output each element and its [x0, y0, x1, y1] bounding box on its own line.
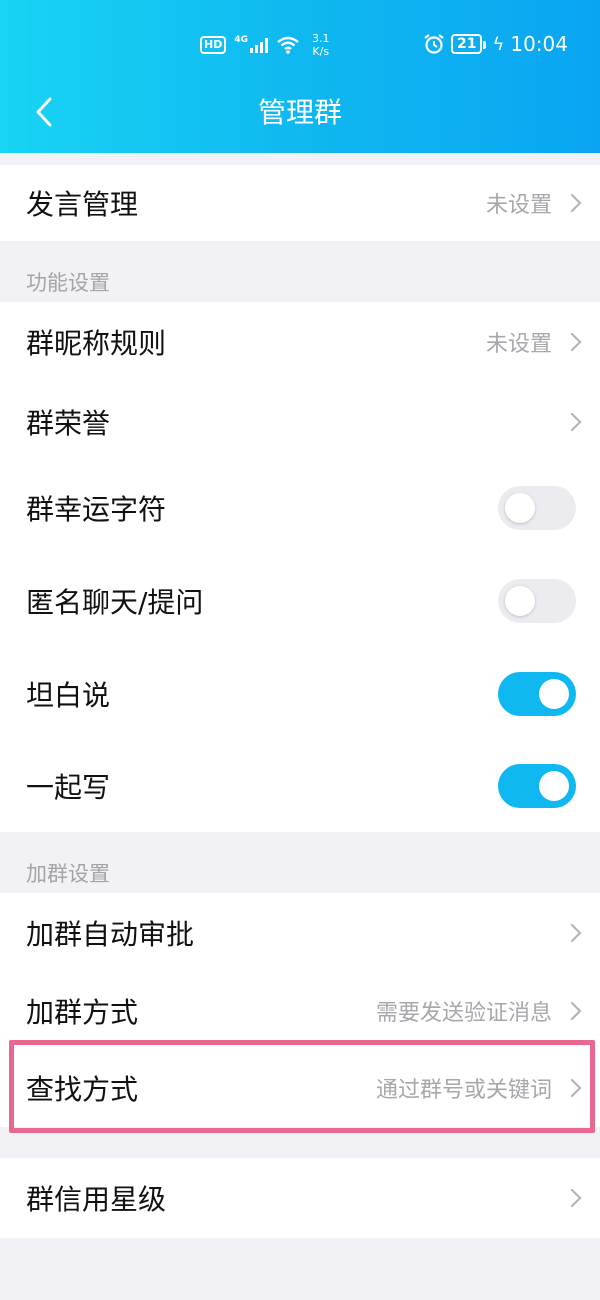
row-credit-rating[interactable]: 群信用星级	[0, 1158, 600, 1238]
toggle-knob	[539, 679, 569, 709]
row-value: 通过群号或关键词	[375, 1078, 552, 1103]
row-label: 一起写	[26, 771, 111, 804]
row-group-honor[interactable]: 群荣誉	[0, 382, 600, 462]
chevron-right-icon	[570, 332, 582, 352]
charging-icon: ϟ	[492, 33, 505, 55]
status-right: 21 ϟ 10:04	[423, 32, 568, 56]
chevron-right-icon	[570, 1188, 582, 1208]
confession-toggle[interactable]	[498, 672, 576, 716]
row-value: 未设置	[485, 193, 552, 218]
row-label: 查找方式	[26, 1073, 139, 1106]
status-time: 10:04	[510, 32, 568, 56]
lucky-character-toggle[interactable]	[498, 486, 576, 530]
wifi-icon	[277, 36, 299, 54]
row-value: 需要发送验证消息	[375, 1001, 552, 1026]
header-bar: HD 4G 3.1 K/s 21 ϟ 10:04 管理群	[0, 0, 600, 153]
row-confession: 坦白说	[0, 648, 600, 740]
chevron-right-icon	[570, 193, 582, 213]
row-anonymous-chat: 匿名聊天/提问	[0, 554, 600, 648]
toggle-knob	[539, 771, 569, 801]
network-speed: 3.1 K/s	[312, 32, 330, 58]
page-title: 管理群	[257, 96, 342, 129]
section-header-features: 功能设置	[26, 271, 110, 295]
row-write-together: 一起写	[0, 740, 600, 832]
anonymous-chat-toggle[interactable]	[498, 579, 576, 623]
row-label: 匿名聊天/提问	[26, 586, 204, 619]
status-bar: HD 4G 3.1 K/s 21 ϟ 10:04	[0, 0, 600, 90]
row-label: 加群自动审批	[26, 918, 195, 951]
chevron-right-icon	[570, 1001, 582, 1021]
chevron-right-icon	[570, 923, 582, 943]
row-speech-management[interactable]: 发言管理 未设置	[0, 165, 600, 241]
row-label: 加群方式	[26, 996, 139, 1029]
write-together-toggle[interactable]	[498, 764, 576, 808]
speed-value: 3.1	[312, 32, 330, 45]
row-lucky-character: 群幸运字符	[0, 462, 600, 554]
battery-level: 21	[457, 36, 477, 52]
battery-icon: 21	[451, 34, 488, 54]
row-label: 发言管理	[26, 188, 139, 221]
row-label: 坦白说	[26, 679, 111, 712]
hd-badge: HD	[200, 36, 227, 54]
row-label: 群幸运字符	[26, 493, 167, 526]
row-label: 群荣誉	[26, 407, 111, 440]
row-value: 未设置	[485, 332, 552, 357]
row-auto-approve[interactable]: 加群自动审批	[0, 893, 600, 973]
alarm-icon	[424, 34, 444, 54]
row-nickname-rule[interactable]: 群昵称规则 未设置	[0, 302, 600, 382]
chevron-right-icon	[570, 1078, 582, 1098]
row-label: 群昵称规则	[26, 327, 167, 360]
speed-unit: K/s	[312, 45, 330, 58]
chevron-right-icon	[570, 412, 582, 432]
row-label: 群信用星级	[26, 1183, 167, 1216]
toggle-knob	[505, 493, 535, 523]
toggle-knob	[505, 586, 535, 616]
network-type: 4G	[234, 35, 248, 45]
signal-icon	[250, 37, 268, 53]
status-left: HD 4G 3.1 K/s	[200, 32, 330, 58]
row-search-method[interactable]: 查找方式 通过群号或关键词	[0, 1049, 600, 1127]
section-header-join: 加群设置	[26, 862, 110, 886]
row-join-method[interactable]: 加群方式 需要发送验证消息	[0, 973, 600, 1049]
